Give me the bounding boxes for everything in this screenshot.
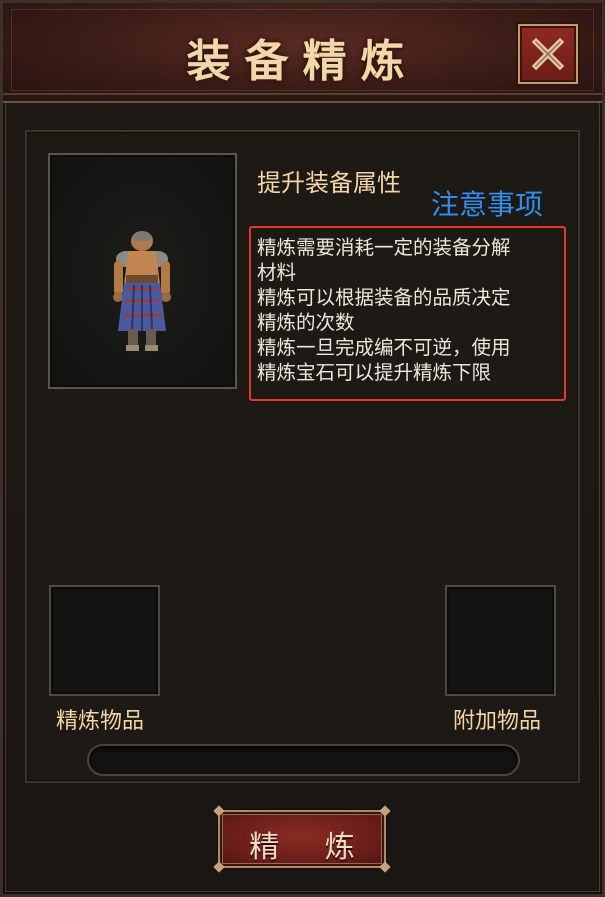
title-bar: 装备精炼 (3, 3, 602, 103)
refine-button[interactable]: 精 炼 (213, 805, 391, 873)
notice-line: 精炼可以根据装备的品质决定 (257, 286, 511, 309)
refine-item-label: 精炼物品 (56, 709, 145, 734)
window-title: 装备精炼 (186, 36, 419, 87)
notice-line: 精炼的次数 (257, 311, 355, 334)
refine-progress-bar (87, 744, 520, 776)
notice-line: 精炼宝石可以提升精炼下限 (257, 361, 492, 384)
extra-item-label: 附加物品 (453, 709, 542, 734)
equipment-preview (48, 153, 237, 389)
notice-title: 注意事项 (431, 188, 544, 221)
close-icon (531, 37, 565, 71)
close-button[interactable] (518, 24, 578, 84)
notice-line: 精炼需要消耗一定的装备分解 (257, 236, 511, 259)
extra-item-slot[interactable] (445, 585, 556, 696)
notice-text: 精炼需要消耗一定的装备分解 材料 精炼可以根据装备的品质决定 精炼的次数 精炼一… (257, 235, 562, 385)
refine-item-slot[interactable] (49, 585, 160, 696)
notice-line: 材料 (257, 261, 297, 284)
attributes-title: 提升装备属性 (257, 169, 401, 197)
notice-line: 精炼一旦完成编不可逆，使用 (257, 336, 511, 359)
refine-button-label: 精 炼 (249, 830, 373, 865)
character-preview-icon (113, 231, 171, 351)
